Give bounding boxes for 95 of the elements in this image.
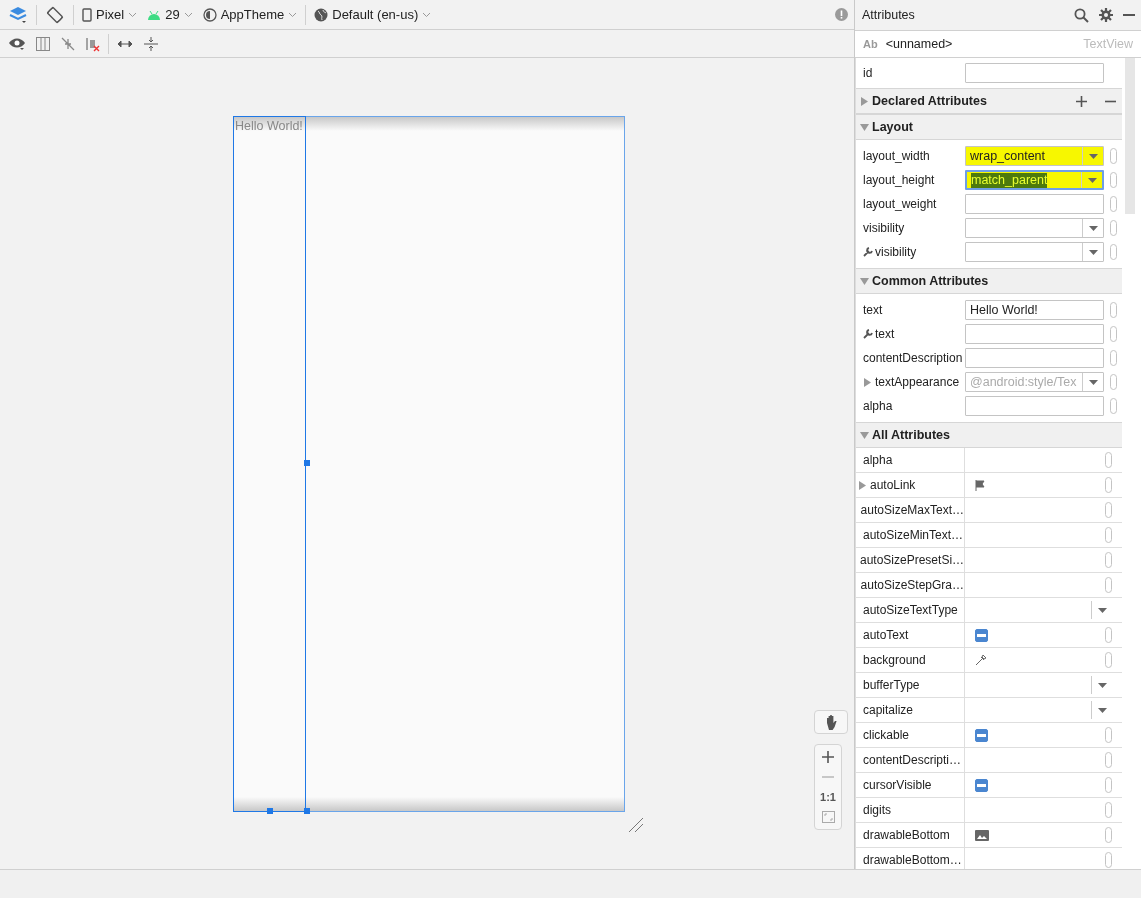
attribute-name: autoSizeTextType (863, 603, 958, 617)
attribute-name: alpha (863, 453, 893, 467)
columns-icon[interactable] (34, 34, 52, 53)
attribute-field[interactable] (965, 396, 1104, 416)
resize-handle[interactable] (267, 808, 273, 814)
attribute-name: drawableBottom (863, 828, 950, 842)
attribute-name: autoText (863, 628, 909, 642)
settings-icon[interactable] (1099, 8, 1113, 22)
chevron-icon (128, 11, 138, 18)
eyedropper-icon[interactable] (975, 654, 987, 666)
layers-icon (8, 4, 28, 25)
attribute-name: capitalize (863, 703, 914, 717)
caret-icon (1087, 177, 1097, 183)
attribute-name: text (863, 303, 883, 317)
scrollbar-thumb[interactable] (1125, 58, 1135, 214)
fit-screen-button[interactable] (819, 809, 837, 825)
resize-grip-icon[interactable] (628, 817, 644, 833)
checkbox[interactable] (975, 778, 988, 792)
attribute-name: contentDescripti… (863, 753, 962, 767)
caret-icon (1088, 153, 1098, 159)
attribute-field[interactable] (965, 348, 1104, 368)
section-header[interactable]: Declared Attributes (856, 88, 1122, 114)
toolbar-dropdown[interactable]: Pixel (80, 5, 140, 24)
resize-handle[interactable] (304, 808, 310, 814)
android-icon (147, 9, 162, 20)
actual-size-button[interactable]: 1:1 (818, 789, 838, 805)
fit-screen-icon (821, 811, 835, 823)
rotate-icon (45, 4, 65, 25)
image-icon[interactable] (975, 829, 989, 841)
caret-icon (1097, 707, 1107, 713)
flag-icon[interactable] (975, 479, 985, 491)
hand-icon (824, 714, 838, 730)
attribute-dropdown[interactable] (965, 242, 1104, 262)
attribute-name: background (863, 653, 926, 667)
section-header[interactable]: All Attributes (856, 422, 1122, 448)
expand-arrow-icon[interactable] (860, 430, 869, 440)
caret-icon (1088, 249, 1098, 255)
caret-icon (1097, 607, 1107, 613)
zoom-in-button[interactable] (820, 749, 836, 765)
attribute-name: layout_weight (863, 197, 937, 211)
attribute-name: autoSizeMaxText… (860, 503, 964, 517)
attribute-name: clickable (863, 728, 910, 742)
attribute-name: autoSizePresetSi… (860, 553, 964, 567)
attribute-name: id (863, 66, 874, 80)
attribute-name: layout_width (863, 149, 930, 163)
attribute-name: visibility (863, 245, 917, 259)
component-kind-label: Ab (863, 38, 878, 50)
chevron-icon (288, 11, 298, 18)
resize-handle[interactable] (304, 460, 310, 466)
search-icon[interactable] (1074, 7, 1089, 23)
minimize-icon[interactable] (1123, 14, 1135, 16)
caret-icon (1088, 379, 1098, 385)
expand-arrow-icon[interactable] (860, 96, 869, 106)
attribute-name: contentDescription (863, 351, 963, 365)
section-header[interactable]: Common Attributes (856, 268, 1122, 294)
attribute-field[interactable] (965, 194, 1104, 214)
attribute-name: layout_height (863, 173, 935, 187)
attribute-name: digits (863, 803, 891, 817)
caret-icon (1097, 682, 1107, 688)
attribute-name: visibility (863, 221, 905, 235)
warning-icon[interactable] (835, 8, 848, 21)
attribute-name: bufferType (863, 678, 920, 692)
attribute-name: autoLink (858, 478, 916, 492)
attribute-name: cursorVisible (863, 778, 932, 792)
attribute-name: text (863, 327, 895, 341)
component-name: <unnamed> (885, 37, 954, 51)
theme-icon (202, 7, 217, 22)
toolbar-dropdown[interactable]: Default (en-us) (312, 5, 434, 24)
attribute-name: alpha (863, 399, 893, 413)
caret-icon (1088, 225, 1098, 231)
attribute-field[interactable] (965, 63, 1104, 83)
add-icon[interactable] (1076, 95, 1087, 107)
globe-icon (314, 7, 329, 22)
attribute-name: autoSizeMinText… (863, 528, 964, 542)
attribute-dropdown[interactable]: wrap_content (965, 146, 1104, 166)
toolbar-dropdown[interactable]: AppTheme (200, 5, 300, 24)
expand-arrow-icon[interactable] (860, 276, 869, 286)
attribute-field[interactable]: Hello World! (965, 300, 1104, 320)
toolbar-dropdown[interactable]: 29 (145, 5, 195, 24)
checkbox[interactable] (975, 728, 988, 742)
plus-icon (822, 751, 834, 763)
checkbox[interactable] (975, 628, 988, 642)
attribute-field[interactable] (965, 324, 1104, 344)
chevron-icon (183, 11, 193, 18)
chevron-icon (422, 11, 432, 18)
attribute-name: drawableBottom… (863, 853, 962, 867)
attribute-name: autoSizeStepGra… (860, 578, 964, 592)
component-type: TextView (1083, 37, 1133, 51)
panel-title: Attributes (862, 8, 916, 22)
expand-arrow-icon[interactable] (860, 122, 869, 132)
section-header[interactable]: Layout (856, 114, 1122, 140)
phone-icon (82, 7, 92, 22)
pan-toggle[interactable] (814, 710, 848, 734)
attribute-name: textAppearance (863, 375, 960, 389)
attribute-dropdown[interactable] (965, 218, 1104, 238)
